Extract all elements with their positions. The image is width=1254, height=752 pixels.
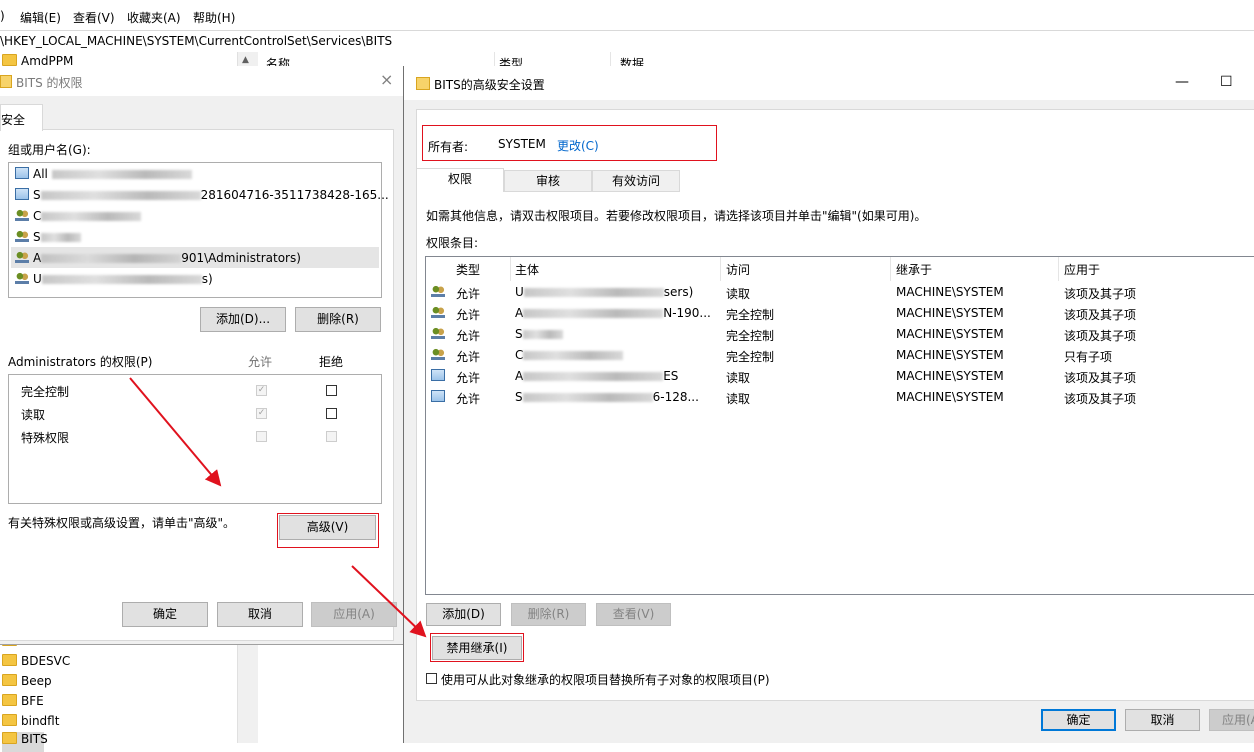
arrow-to-advanced [129, 377, 222, 487]
annotation-arrows [129, 377, 427, 638]
arrow-to-disable-inheritance [351, 565, 427, 638]
